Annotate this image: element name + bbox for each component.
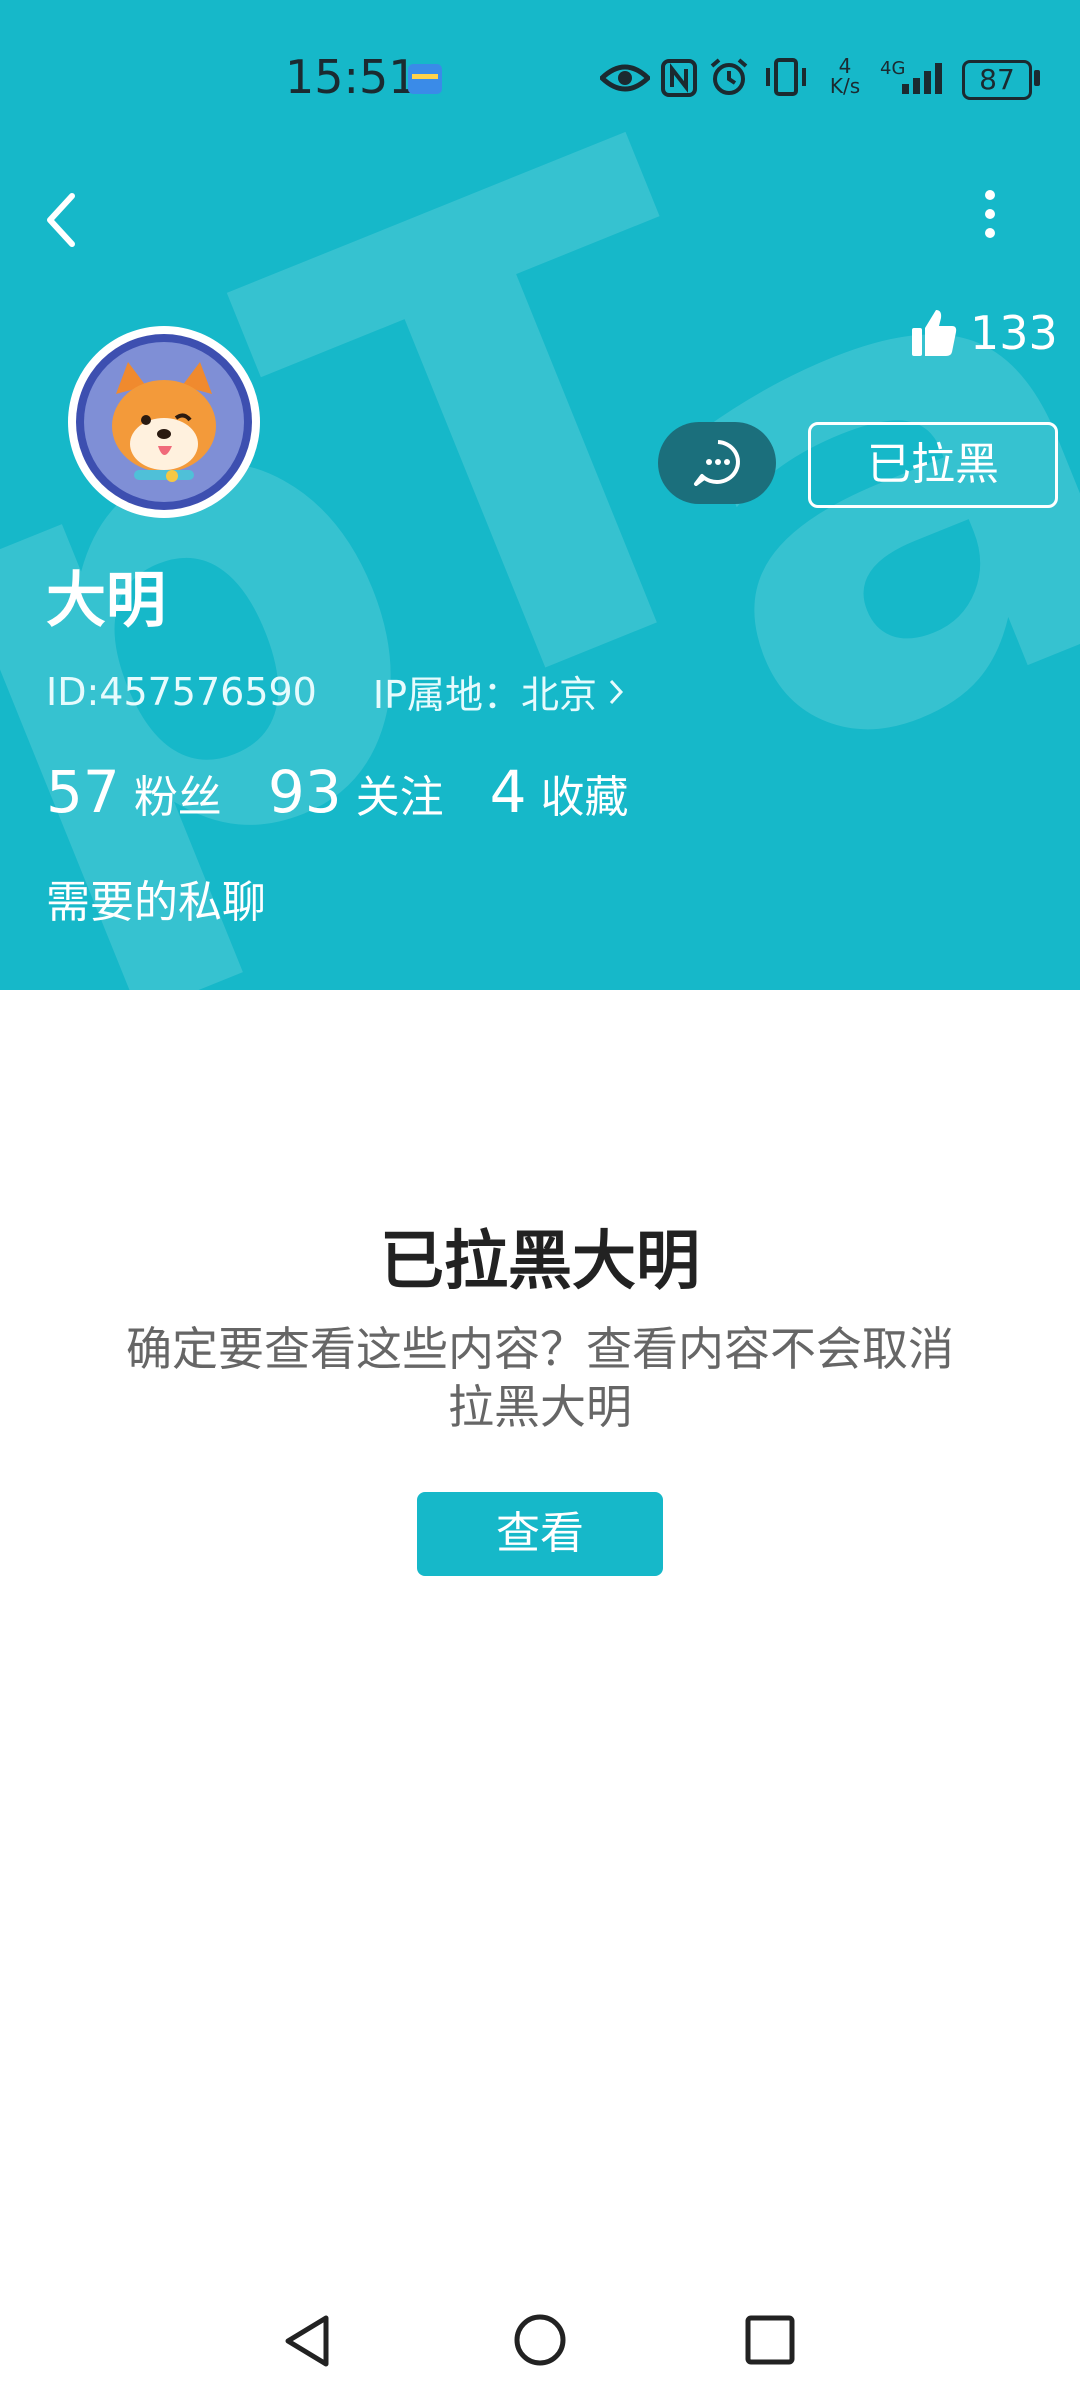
back-arrow-icon[interactable] bbox=[42, 190, 82, 250]
view-content-button[interactable]: 查看 bbox=[417, 1492, 663, 1576]
following-label[interactable]: 关注 bbox=[356, 761, 444, 825]
signal-icon bbox=[902, 63, 942, 94]
followers-label[interactable]: 粉丝 bbox=[134, 761, 222, 825]
user-name: 大明 bbox=[46, 566, 166, 636]
user-id: ID:457576590 bbox=[46, 669, 317, 714]
system-nav-bar bbox=[0, 2280, 1080, 2400]
chat-bubble-icon bbox=[694, 440, 740, 486]
ip-location: IP属地：北京 bbox=[372, 673, 597, 717]
nav-back-icon[interactable] bbox=[282, 2312, 332, 2370]
thumbs-up-icon bbox=[912, 310, 957, 356]
status-time: 15:51 bbox=[285, 50, 418, 104]
blocked-description: 确定要查看这些内容？查看内容不会取消拉黑大明 bbox=[126, 1322, 954, 1434]
net-speed-unit: K/s bbox=[829, 74, 861, 98]
eye-icon bbox=[600, 64, 650, 92]
nav-recents-icon[interactable] bbox=[744, 2314, 796, 2366]
favorites-count[interactable]: 4 bbox=[490, 758, 527, 826]
favorites-label[interactable]: 收藏 bbox=[541, 761, 629, 825]
alarm-icon bbox=[710, 58, 748, 95]
status-notification-icon bbox=[408, 64, 442, 94]
status-bar: 15:51 4 K/s 4G 87 bbox=[0, 0, 1080, 160]
chevron-right-icon bbox=[609, 679, 624, 704]
more-vertical-icon[interactable] bbox=[985, 190, 995, 247]
user-id-row: ID:457576590 IP属地：北京 bbox=[46, 664, 625, 719]
net-speed: 4 K/s bbox=[826, 56, 864, 96]
battery-level: 87 bbox=[979, 63, 1015, 96]
followers-count[interactable]: 57 bbox=[46, 758, 120, 826]
nav-home-icon[interactable] bbox=[512, 2312, 568, 2368]
like-count: 133 bbox=[970, 306, 1058, 360]
following-count[interactable]: 93 bbox=[268, 758, 342, 826]
avatar-image bbox=[76, 334, 252, 510]
likes-counter: 133 bbox=[910, 306, 1058, 360]
battery-icon: 87 bbox=[962, 60, 1032, 100]
shiba-dog-avatar-icon bbox=[84, 342, 244, 502]
user-bio: 需要的私聊 bbox=[46, 877, 266, 928]
ip-location-link[interactable]: IP属地：北京 bbox=[373, 664, 597, 719]
profile-header: p T a 15:51 4 K/s 4G 87 133 已拉黑 大明 ID:45… bbox=[0, 0, 1080, 990]
battery-tip bbox=[1034, 70, 1040, 86]
nfc-icon bbox=[661, 59, 697, 97]
blocked-button[interactable]: 已拉黑 bbox=[808, 422, 1058, 508]
chat-button[interactable] bbox=[658, 422, 776, 504]
vibrate-icon bbox=[766, 58, 806, 96]
user-stats: 57 粉丝 93 关注 4 收藏 bbox=[46, 758, 661, 826]
blocked-title: 已拉黑大明 bbox=[380, 1225, 700, 1299]
avatar[interactable] bbox=[68, 326, 260, 518]
